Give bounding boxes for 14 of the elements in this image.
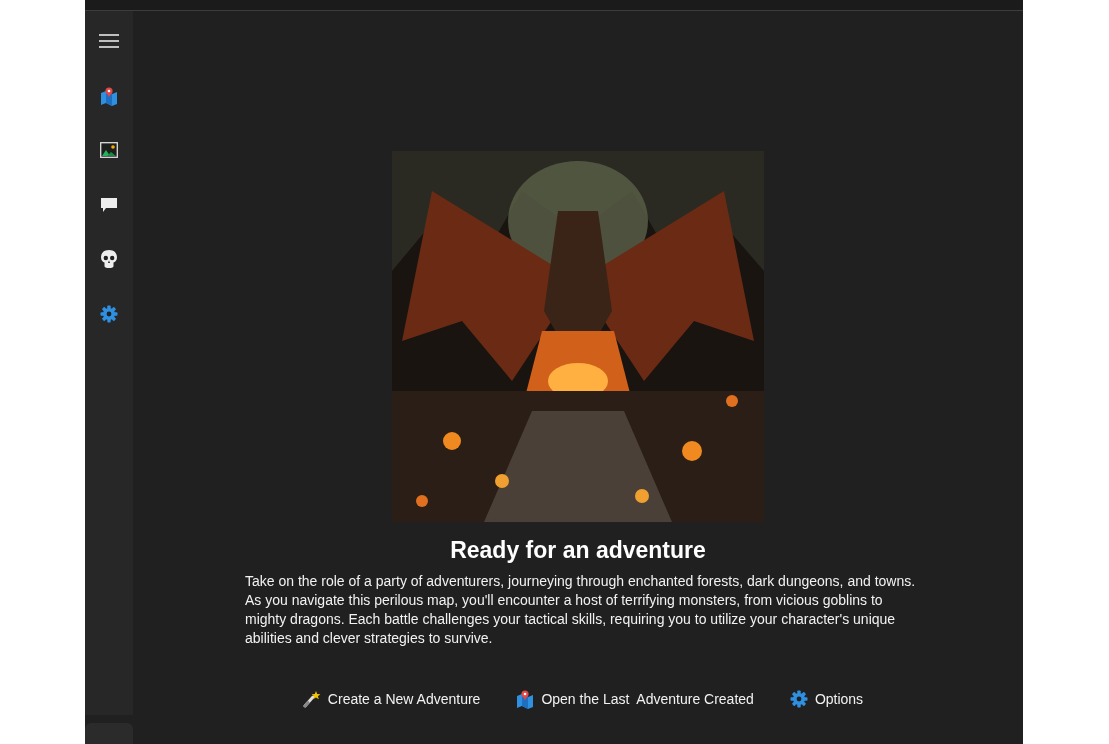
open-last-adventure-button[interactable]: Open the Last Adventure Created [516, 689, 754, 709]
page-title: Ready for an adventure [450, 536, 706, 564]
description-text: Take on the role of a party of adventurers, journeying through enchanted forests, dark dungeons, and towns. As you navigate this perilous map, you'll encounter a host of terrifying monsters, from vicious goblins to mighty dragons. Each battle challenges your tactical skills, requiring you to utilize your character's unique abilities and clever strategies to survive. [244, 572, 917, 648]
create-adventure-button[interactable]: Create a New Adventure [302, 689, 481, 709]
options-button[interactable]: Options [789, 689, 864, 709]
chat-icon [100, 196, 118, 213]
settings-icon [789, 690, 808, 708]
skull-icon [100, 249, 118, 269]
map-pin-icon [100, 85, 118, 106]
map-pin-icon [516, 689, 535, 709]
image-icon [100, 142, 118, 158]
settings-icon [100, 304, 118, 323]
magic-wand-icon [302, 690, 321, 708]
menu-icon [98, 33, 120, 49]
